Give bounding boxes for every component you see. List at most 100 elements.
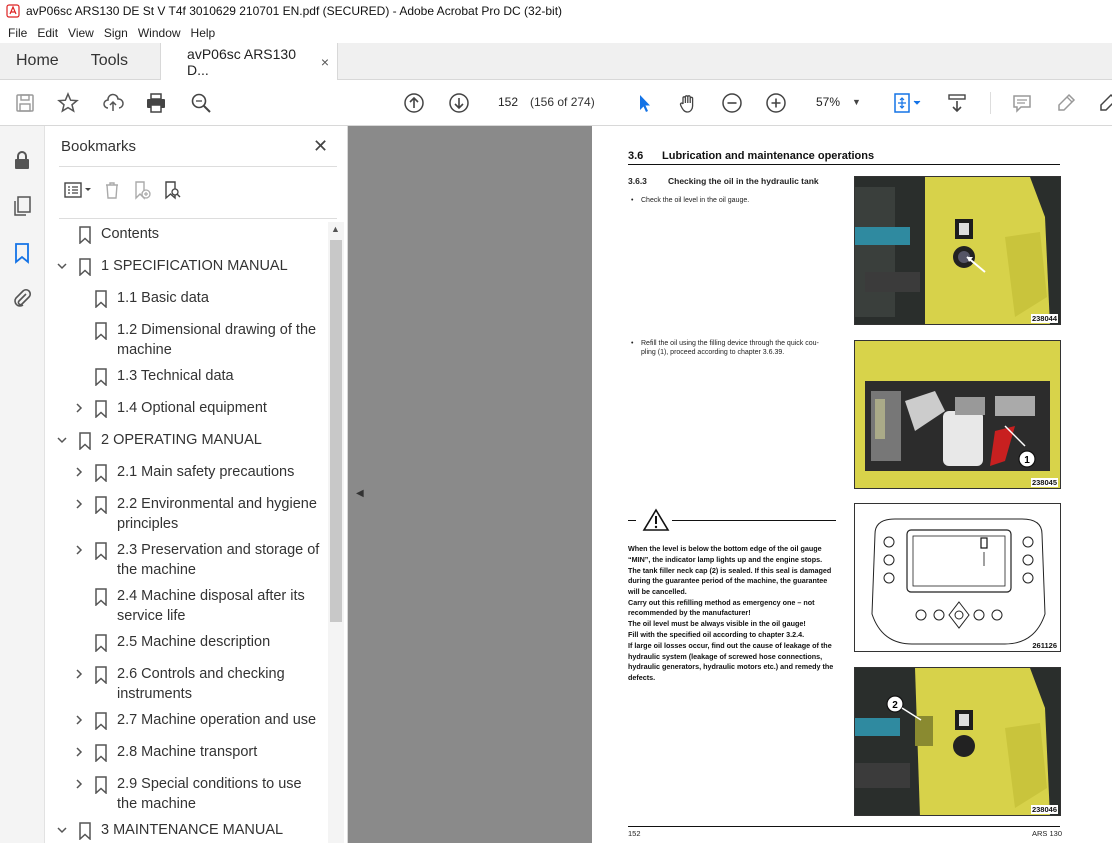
main-toolbar: 152 (156 of 274) 57% ▼ (0, 80, 1112, 126)
lock-icon[interactable] (10, 148, 34, 172)
figure-number: 261126 (1031, 641, 1058, 650)
attachments-icon[interactable] (10, 286, 34, 310)
step-text: Check the oil level in the oil gauge. (631, 196, 749, 205)
sign-pen-icon[interactable] (1095, 90, 1112, 116)
save-icon[interactable] (12, 90, 38, 116)
panel-divider (59, 218, 337, 219)
bookmark-label-continued: principles (117, 516, 179, 532)
bookmark-label: 2.5 Machine description (117, 634, 271, 650)
page-count-label: (156 of 274) (530, 95, 595, 109)
menu-view[interactable]: View (64, 26, 100, 40)
bookmark-label: 1.2 Dimensional drawing of the (117, 322, 317, 338)
menu-help[interactable]: Help (187, 26, 222, 40)
bookmarks-scrollbar[interactable]: ▲ (328, 222, 344, 843)
chevron-right-icon[interactable] (72, 664, 86, 684)
page-thumbnails-icon[interactable] (10, 194, 34, 218)
bookmark-icon (95, 322, 107, 340)
menu-sign[interactable]: Sign (100, 26, 134, 40)
bookmark-label: 1.1 Basic data (117, 290, 209, 306)
toolbar-divider (990, 92, 991, 114)
chevron-right-icon[interactable] (72, 742, 86, 762)
warning-paragraph: The tank filler neck cap (2) is sealed. … (628, 565, 832, 596)
find-bookmark-icon[interactable] (157, 177, 187, 203)
bookmark-label: 2.6 Controls and checking (117, 666, 285, 682)
figure-number: 238044 (1030, 314, 1058, 323)
tab-close-icon[interactable]: × (321, 54, 329, 70)
filling-device-photo: 1 238045 (854, 340, 1061, 489)
close-icon[interactable]: ✕ (313, 136, 328, 157)
bookmarks-panel: Bookmarks ✕ Contents 1 SPECIFICATION MAN… (45, 126, 348, 843)
next-page-icon[interactable] (446, 90, 472, 116)
bookmark-icon (79, 822, 91, 840)
scrollbar-thumb[interactable] (330, 240, 342, 622)
upload-cloud-icon[interactable] (100, 90, 126, 116)
bookmark-icon (95, 744, 107, 762)
bookmark-label: 3 MAINTENANCE MANUAL (101, 822, 284, 838)
bookmark-icon (95, 588, 107, 606)
page-number-input[interactable]: 152 (490, 91, 526, 113)
page-footer-model: ARS 130 (1032, 829, 1063, 838)
bookmark-icon (95, 776, 107, 794)
chevron-right-icon[interactable] (72, 462, 86, 482)
chevron-down-icon[interactable] (55, 256, 69, 276)
warning-text: When the level is below the bottom edge … (628, 544, 836, 684)
warning-paragraph: Carry out this refilling method as emerg… (628, 597, 815, 618)
bookmark-label: 1.4 Optional equipment (117, 400, 267, 416)
hand-tool-icon[interactable] (675, 90, 701, 116)
chevron-down-icon[interactable] (55, 820, 69, 840)
figure-number: 238045 (1030, 478, 1058, 487)
bookmark-label-continued: machine (117, 342, 172, 358)
figure-number: 238046 (1030, 805, 1058, 814)
subsection-title: Checking the oil in the hydraulic tank (668, 176, 819, 186)
tab-home[interactable]: Home (0, 43, 75, 79)
chevron-down-icon[interactable] (55, 430, 69, 450)
menu-edit[interactable]: Edit (33, 26, 64, 40)
tab-document[interactable]: avP06sc ARS130 D... × (160, 43, 339, 80)
callout-number: 1 (1024, 455, 1030, 466)
bookmark-panel-icon[interactable] (10, 241, 34, 265)
fit-page-icon[interactable] (890, 90, 926, 116)
new-bookmark-icon[interactable] (127, 177, 157, 203)
footer-rule (628, 826, 1060, 827)
step-text-continued: pling (1), proceed according to chapter … (641, 349, 785, 356)
delete-bookmark-icon[interactable] (97, 177, 127, 203)
star-icon[interactable] (55, 90, 81, 116)
bookmark-icon (79, 432, 91, 450)
zoom-out-icon[interactable] (719, 90, 745, 116)
bookmark-options-icon[interactable] (59, 177, 97, 203)
warning-rule-right (672, 520, 836, 521)
bookmark-icon (79, 258, 91, 276)
warning-rule-left (628, 520, 636, 521)
chevron-right-icon[interactable] (72, 540, 86, 560)
bookmark-label: 2.7 Machine operation and use (117, 712, 317, 728)
menu-window[interactable]: Window (134, 26, 187, 40)
select-cursor-icon[interactable] (631, 90, 657, 116)
bookmark-label: 2.9 Special conditions to use (117, 776, 302, 792)
previous-page-icon[interactable] (401, 90, 427, 116)
chevron-right-icon[interactable] (72, 494, 86, 514)
left-navigation-rail (0, 126, 45, 843)
print-icon[interactable] (143, 90, 169, 116)
search-zoom-icon[interactable] (188, 90, 214, 116)
chevron-right-icon[interactable] (72, 774, 86, 794)
tab-tools[interactable]: Tools (75, 43, 144, 79)
menu-file[interactable]: File (4, 26, 33, 40)
bookmark-icon (95, 496, 107, 514)
step-text: Refill the oil using the filling device … (631, 339, 819, 348)
zoom-level-select[interactable]: 57% ▼ (808, 91, 868, 113)
highlight-pen-icon[interactable] (1053, 90, 1079, 116)
comment-icon[interactable] (1009, 90, 1035, 116)
callout-number: 2 (892, 700, 898, 711)
menu-bar: File Edit View Sign Window Help (0, 22, 1112, 43)
scroll-up-icon[interactable]: ▲ (331, 224, 340, 234)
scroll-mode-icon[interactable] (944, 90, 970, 116)
tank-filler-cap-photo: 2 238046 (854, 667, 1061, 816)
collapse-panel-icon[interactable]: ◀ (356, 488, 364, 499)
subsection-number: 3.6.3 (628, 176, 647, 186)
zoom-in-icon[interactable] (763, 90, 789, 116)
chevron-right-icon[interactable] (72, 398, 86, 418)
chevron-right-icon[interactable] (72, 710, 86, 730)
bookmark-icon (95, 634, 107, 652)
bookmark-label: 1.3 Technical data (117, 368, 234, 384)
section-number: 3.6 (628, 150, 644, 162)
